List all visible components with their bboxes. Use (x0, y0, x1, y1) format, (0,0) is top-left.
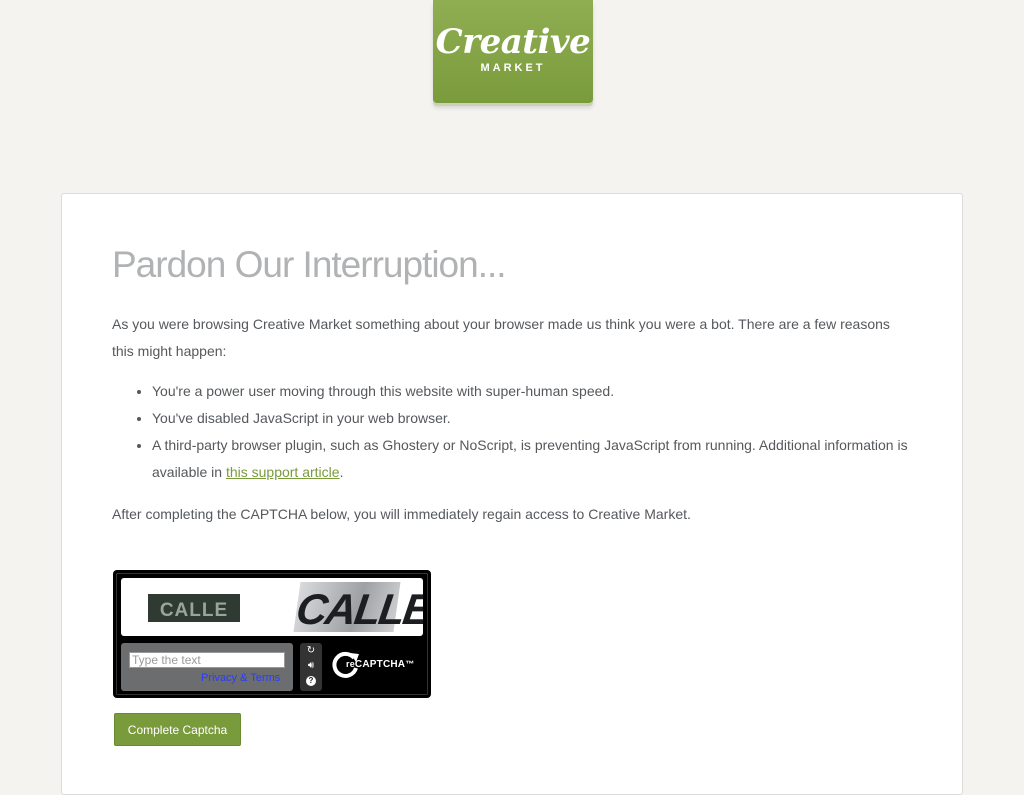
intro-paragraph: As you were browsing Creative Market som… (112, 316, 890, 359)
reason-text: You've disabled JavaScript in your web b… (152, 410, 451, 426)
after-captcha-paragraph: After completing the CAPTCHA below, you … (112, 506, 691, 522)
complete-captcha-button[interactable]: Complete Captcha (114, 713, 241, 746)
creative-market-logo[interactable]: Creative MARKET (433, 0, 593, 103)
reasons-list: You're a power user moving through this … (112, 378, 952, 486)
privacy-terms-link[interactable]: Privacy & Terms (201, 672, 280, 684)
captcha-word-1: CALLE (148, 594, 240, 622)
recaptcha-widget: CALLE CALLE Privacy & Terms ↻ 🔊︎ ? reCAP… (113, 570, 431, 698)
recaptcha-logo-text: reCAPTCHA™ (346, 659, 415, 670)
page-title: Pardon Our Interruption... (112, 244, 507, 285)
captcha-response-input[interactable] (129, 652, 285, 668)
reason-item: You've disabled JavaScript in your web b… (152, 405, 952, 432)
captcha-input-area: Privacy & Terms (121, 643, 293, 691)
reason-item: A third-party browser plugin, such as Gh… (152, 432, 952, 486)
help-button[interactable]: ? (300, 673, 322, 688)
captcha-image: CALLE CALLE (121, 578, 423, 636)
reason-item: You're a power user moving through this … (152, 378, 952, 405)
captcha-controls: ↻ 🔊︎ ? (300, 643, 322, 691)
logo-brand-text: Creative (435, 22, 591, 62)
captcha-word-2: CALLE (293, 582, 423, 634)
reason-suffix: . (339, 464, 344, 480)
logo-sub-text: MARKET (480, 62, 546, 74)
audio-icon[interactable]: 🔊︎ (300, 658, 322, 673)
refresh-icon[interactable]: ↻ (300, 643, 322, 658)
support-article-link[interactable]: this support article (226, 464, 340, 480)
reason-text: You're a power user moving through this … (152, 383, 615, 399)
help-icon: ? (306, 676, 316, 686)
interruption-card: Pardon Our Interruption... As you were b… (61, 193, 963, 795)
